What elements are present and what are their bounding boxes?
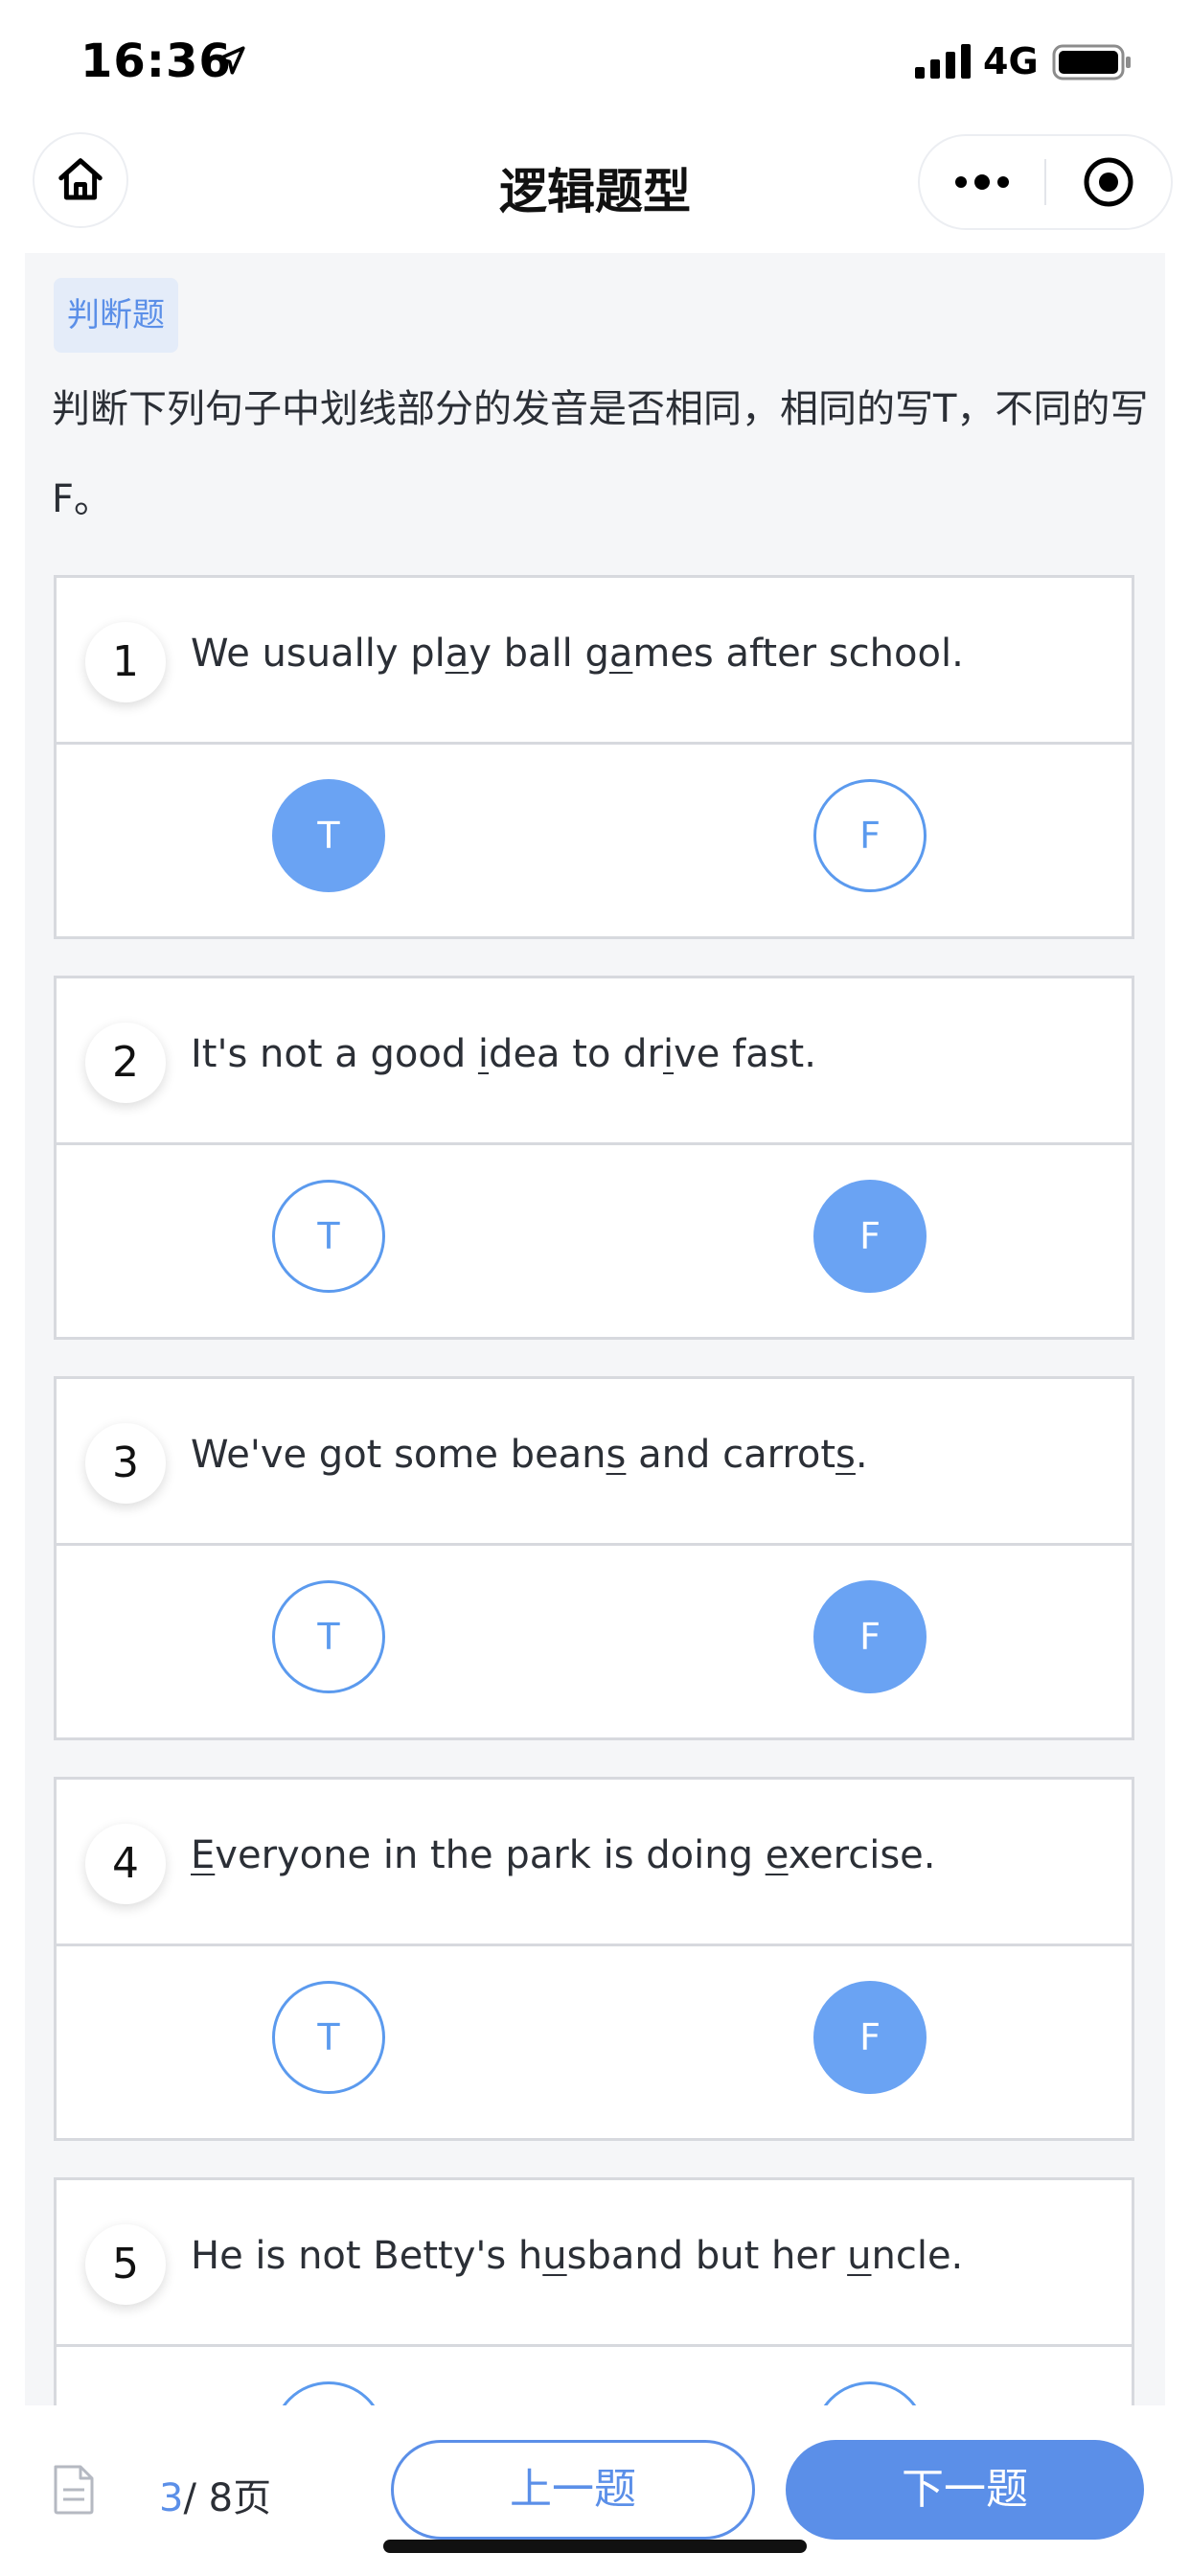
option-true-button[interactable]: T: [272, 1981, 385, 2094]
question-card: 5 He is not Betty's husband but her uncl…: [54, 2177, 1134, 2405]
question-number: 5: [85, 2224, 166, 2305]
underlined-part: e: [765, 1833, 789, 1877]
option-false-button[interactable]: F: [813, 1981, 927, 2094]
question-number: 4: [85, 1824, 166, 1904]
document-icon[interactable]: [50, 2463, 98, 2517]
underlined-part: s: [606, 1433, 627, 1477]
underlined-part: s: [835, 1433, 856, 1477]
status-time: 16:36: [80, 34, 232, 88]
question-row: 2 It's not a good idea to drive fast.: [57, 978, 1132, 1145]
underlined-part: a: [608, 632, 633, 676]
option-false-button[interactable]: F: [813, 1180, 927, 1293]
question-sentence: We usually play ball games after school.: [191, 632, 964, 676]
option-true-button[interactable]: T: [272, 2381, 385, 2405]
question-card: 1 We usually play ball games after schoo…: [54, 575, 1134, 939]
question-sentence: We've got some beans and carrots.: [191, 1433, 868, 1477]
question-row: 4 Everyone in the park is doing exercise…: [57, 1780, 1132, 1946]
option-true-button[interactable]: T: [272, 1180, 385, 1293]
more-button[interactable]: [920, 136, 1044, 228]
underlined-part: i: [662, 1032, 675, 1076]
underlined-part: E: [191, 1833, 216, 1877]
question-number: 2: [85, 1023, 166, 1103]
instruction-text: 判断下列句子中划线部分的发音是否相同，相同的写T，不同的写F。: [52, 387, 1149, 521]
option-false-button[interactable]: F: [813, 779, 927, 892]
next-question-button[interactable]: 下一题: [786, 2440, 1144, 2540]
location-arrow-icon: [217, 46, 245, 75]
question-content: 判断题 判断下列句子中划线部分的发音是否相同，相同的写T，不同的写F。 1 We…: [25, 253, 1165, 2405]
question-row: 1 We usually play ball games after schoo…: [57, 578, 1132, 745]
network-label: 4G: [983, 40, 1039, 82]
question-row: 5 He is not Betty's husband but her uncl…: [57, 2180, 1132, 2347]
total-pages: / 8页: [183, 2476, 272, 2520]
underlined-part: u: [542, 2234, 567, 2278]
nav-bar: 逻辑题型: [0, 125, 1190, 249]
question-sentence: It's not a good idea to drive fast.: [191, 1032, 816, 1076]
home-indicator: [383, 2540, 807, 2553]
underlined-part: i: [477, 1032, 490, 1076]
mini-program-capsule: [920, 136, 1171, 228]
question-number: 3: [85, 1423, 166, 1504]
more-icon: [955, 174, 1009, 190]
underlined-part: u: [847, 2234, 872, 2278]
question-number: 1: [85, 622, 166, 702]
question-sentence: Everyone in the park is doing exercise.: [191, 1833, 936, 1877]
signal-icon: [915, 44, 971, 79]
option-false-button[interactable]: F: [813, 1580, 927, 1693]
current-page: 3: [159, 2476, 184, 2520]
battery-icon: [1052, 44, 1131, 80]
close-button[interactable]: [1046, 136, 1171, 228]
close-target-icon: [1084, 157, 1133, 207]
question-card: 4 Everyone in the park is doing exercise…: [54, 1777, 1134, 2141]
question-type-tag: 判断题: [54, 278, 178, 353]
question-row: 3 We've got some beans and carrots.: [57, 1379, 1132, 1546]
option-true-button[interactable]: T: [272, 779, 385, 892]
question-card: 3 We've got some beans and carrots. T F: [54, 1376, 1134, 1740]
status-bar: 16:36 4G: [0, 0, 1190, 125]
underlined-part: a: [445, 632, 469, 676]
question-sentence: He is not Betty's husband but her uncle.: [191, 2234, 964, 2278]
option-true-button[interactable]: T: [272, 1580, 385, 1693]
question-card: 2 It's not a good idea to drive fast. T …: [54, 976, 1134, 1340]
previous-question-button[interactable]: 上一题: [391, 2440, 755, 2540]
option-false-button[interactable]: F: [813, 2381, 927, 2405]
page-indicator: 3/ 8页: [159, 2467, 271, 2522]
